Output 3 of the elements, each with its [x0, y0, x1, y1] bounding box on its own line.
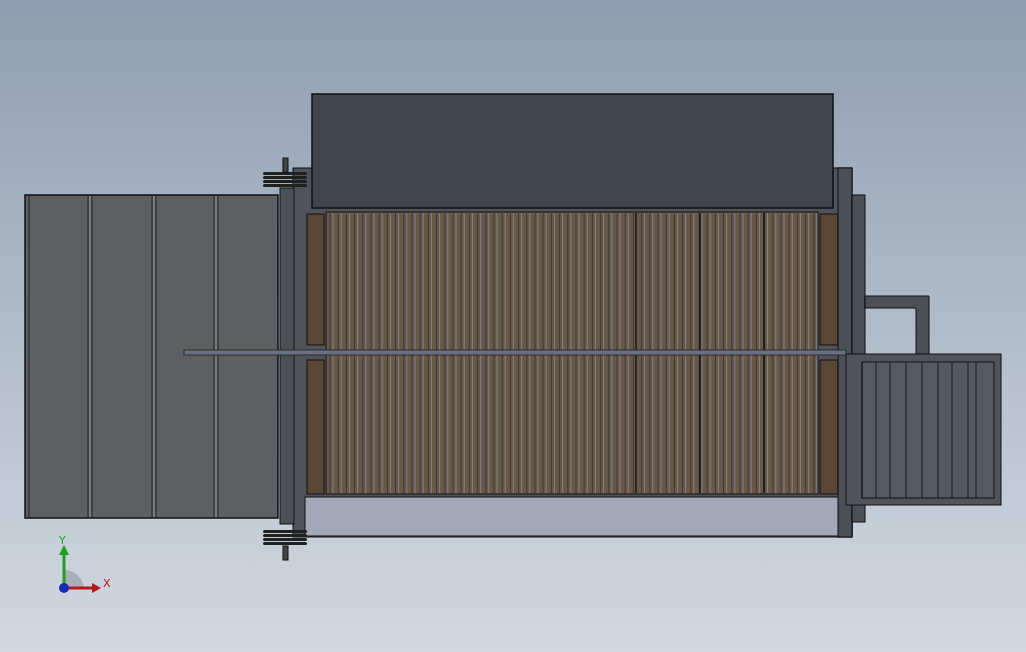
y-axis-label: Y: [59, 534, 66, 547]
axis-triad-icon: [59, 545, 101, 593]
x-axis-label: X: [103, 577, 111, 590]
